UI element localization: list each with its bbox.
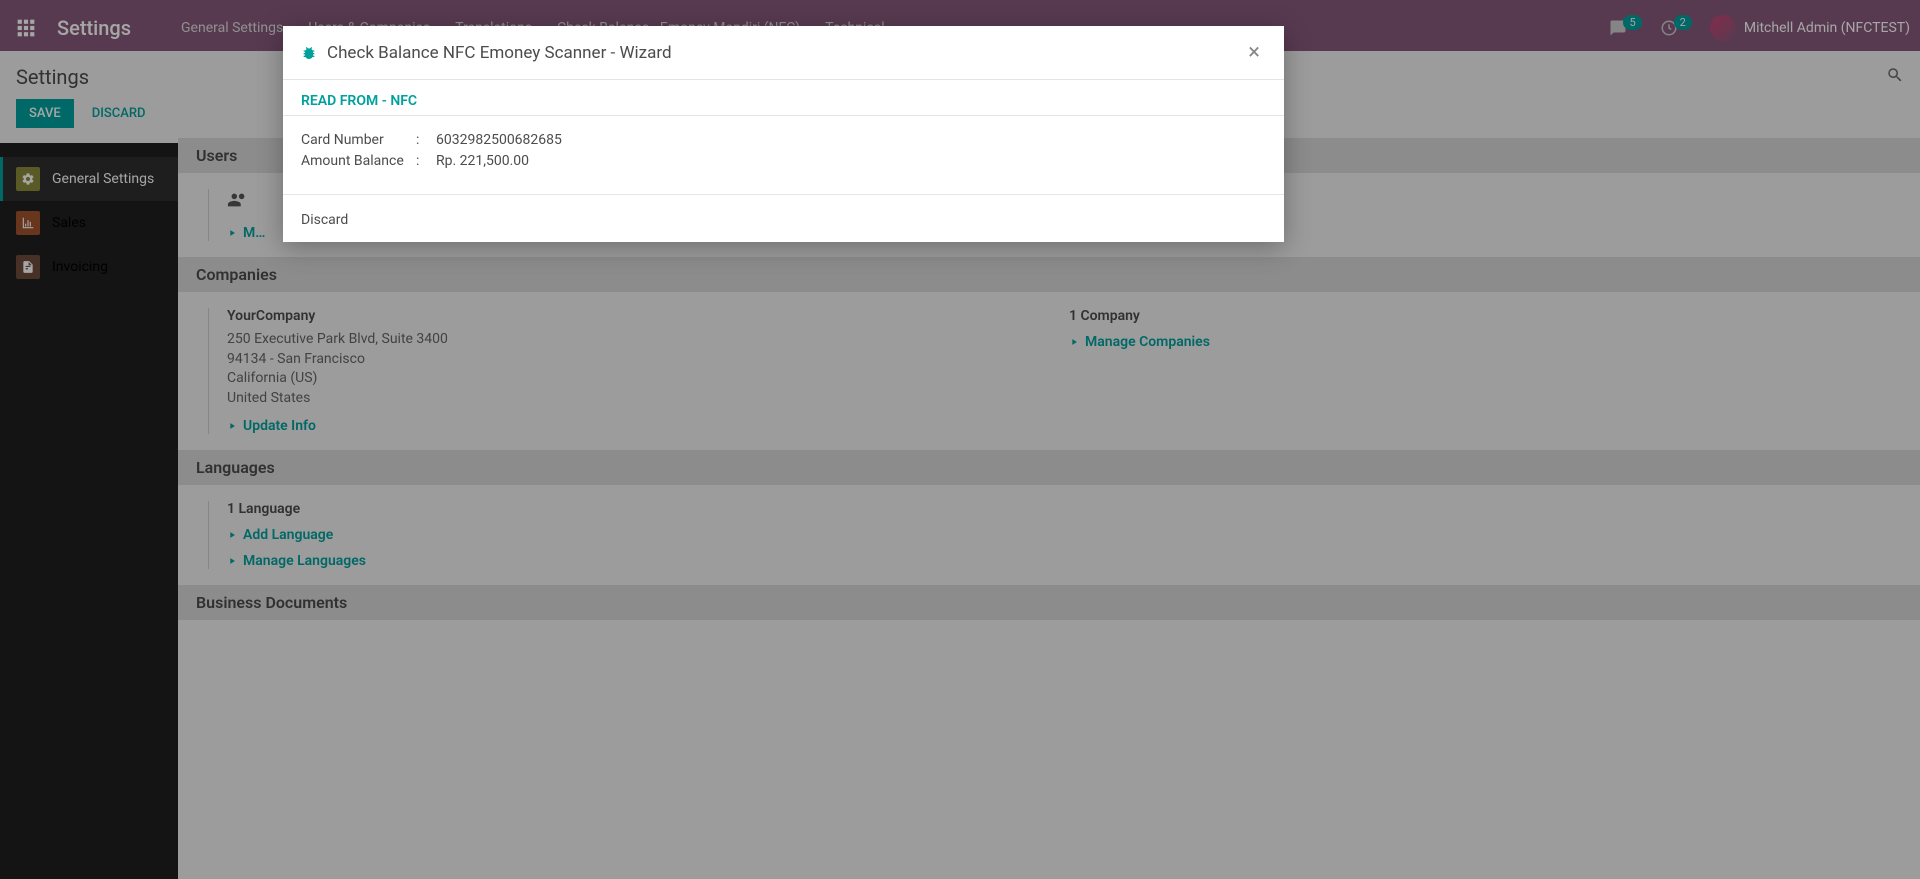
card-number-label: Card Number bbox=[301, 130, 416, 151]
bug-icon bbox=[301, 45, 317, 61]
amount-balance-label: Amount Balance bbox=[301, 151, 416, 172]
modal-title: Check Balance NFC Emoney Scanner - Wizar… bbox=[327, 43, 1232, 63]
amount-balance-value: Rp. 221,500.00 bbox=[436, 151, 529, 172]
close-icon[interactable]: × bbox=[1242, 40, 1266, 65]
tab-read-from-nfc[interactable]: READ FROM - NFC bbox=[301, 93, 417, 109]
card-number-value: 6032982500682685 bbox=[436, 130, 562, 151]
modal-discard-button[interactable]: Discard bbox=[301, 212, 348, 228]
modal-dialog: Check Balance NFC Emoney Scanner - Wizar… bbox=[283, 26, 1284, 242]
